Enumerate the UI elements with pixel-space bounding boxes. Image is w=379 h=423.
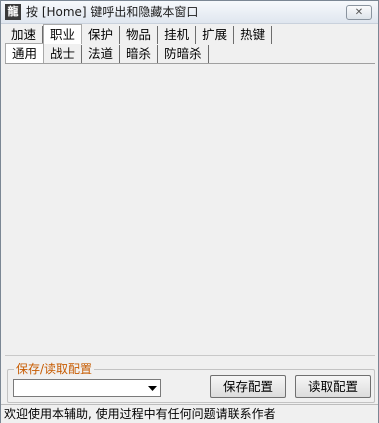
window-title: 按 [Home] 键呼出和隐藏本窗口	[26, 5, 199, 19]
status-bar: 欢迎使用本辅助, 使用过程中有任何问题请联系作者	[1, 404, 378, 423]
main-window: 龍 按 [Home] 键呼出和隐藏本窗口 ✕ 加速 职业 保护 物品 挂机 扩展…	[0, 0, 379, 423]
tab-protect[interactable]: 保护	[82, 26, 121, 44]
chevron-down-icon[interactable]	[145, 381, 159, 395]
load-config-button[interactable]: 读取配置	[295, 375, 371, 398]
tab-speed[interactable]: 加速	[5, 26, 44, 44]
tab-autoplay[interactable]: 挂机	[158, 26, 197, 44]
tab-items[interactable]: 物品	[120, 26, 159, 44]
tab-assassin[interactable]: 暗杀	[120, 45, 159, 63]
tab-warrior[interactable]: 战士	[44, 45, 83, 63]
tab-general[interactable]: 通用	[5, 43, 45, 63]
config-group: 保存/读取配置 保存配置 读取配置	[7, 361, 375, 403]
app-icon: 龍	[5, 4, 21, 20]
close-button[interactable]: ✕	[346, 5, 372, 20]
tab-profession[interactable]: 职业	[43, 24, 83, 44]
tab-hotkeys[interactable]: 热键	[234, 26, 273, 44]
tab-content-panel	[5, 64, 375, 354]
title-bar[interactable]: 龍 按 [Home] 键呼出和隐藏本窗口 ✕	[1, 1, 378, 24]
tab-row-2: 通用 战士 法道 暗杀 防暗杀	[5, 43, 209, 64]
panel-divider	[5, 355, 375, 356]
tab-row-1: 加速 职业 保护 物品 挂机 扩展 热键	[5, 24, 273, 45]
config-group-legend: 保存/读取配置	[14, 361, 95, 377]
tab-anti-assassin[interactable]: 防暗杀	[158, 45, 209, 63]
tab-extend[interactable]: 扩展	[196, 26, 235, 44]
save-config-button[interactable]: 保存配置	[210, 375, 286, 398]
config-select[interactable]	[13, 379, 161, 397]
status-text: 欢迎使用本辅助, 使用过程中有任何问题请联系作者	[4, 407, 276, 421]
tab-mage-taoist[interactable]: 法道	[82, 45, 121, 63]
